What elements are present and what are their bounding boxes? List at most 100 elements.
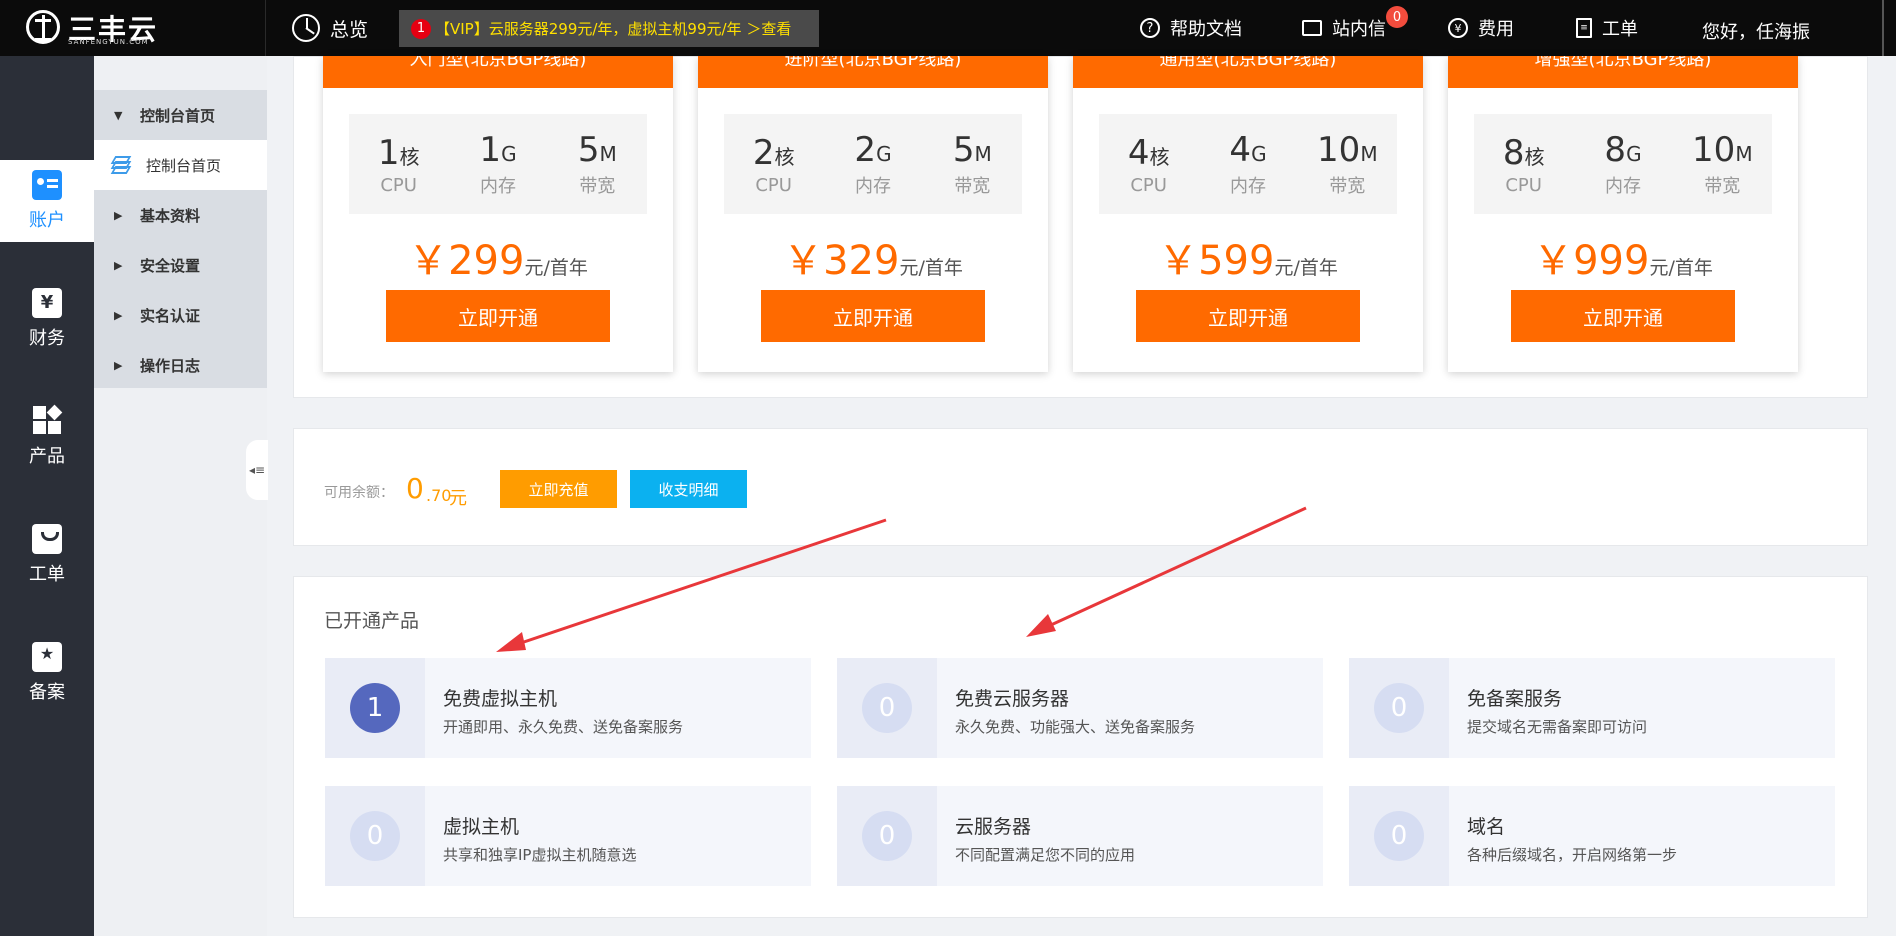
submenu-item-security[interactable]: ▶ 安全设置	[94, 240, 267, 290]
rail-item-product[interactable]: 产品	[0, 396, 94, 478]
ticket-bag-icon	[32, 524, 62, 554]
product-count: 0	[862, 683, 912, 733]
product-item-domain[interactable]: 0 域名 各种后缀域名，开启网络第一步	[1349, 786, 1835, 886]
product-count-box: 0	[325, 786, 425, 886]
logo[interactable]: 三丰云 SANFENGYUN.COM	[0, 0, 266, 56]
submenu-item-profile[interactable]: ▶ 基本资料	[94, 190, 267, 240]
price-unit: 元/首年	[1649, 257, 1713, 279]
account-card-icon	[32, 170, 62, 200]
overview-label: 总览	[330, 18, 369, 41]
plan-price: ￥599元/首年	[1073, 228, 1423, 286]
mail-icon	[1302, 20, 1322, 36]
spec-bandwidth: 5M 带宽	[548, 114, 647, 214]
tickets-link[interactable]: ≡ 工单	[1576, 14, 1638, 42]
user-greeting[interactable]: 您好，任海振	[1702, 18, 1810, 44]
product-grid-icon	[32, 404, 63, 436]
spec-bandwidth: 10M 带宽	[1673, 114, 1772, 214]
plan-price: ￥329元/首年	[698, 228, 1048, 286]
product-count: 1	[350, 683, 400, 733]
messages-link[interactable]: 站内信 0	[1302, 6, 1408, 42]
caret-right-icon: ▶	[114, 308, 123, 322]
spec-label: 带宽	[1704, 176, 1741, 197]
help-docs-label: 帮助文档	[1170, 19, 1242, 40]
rail-item-label: 财务	[29, 328, 65, 349]
submenu-item-label: 控制台首页	[146, 156, 222, 175]
plan-title: 入门型(北京BGP线路)	[323, 56, 673, 88]
open-now-button[interactable]: 立即开通	[386, 290, 610, 342]
plan-price: ￥299元/首年	[323, 228, 673, 286]
submenu-item-label: 基本资料	[140, 206, 201, 225]
price-unit: 元/首年	[899, 257, 963, 279]
open-now-button[interactable]: 立即开通	[1511, 290, 1735, 342]
product-count-box: 0	[1349, 786, 1449, 886]
product-item-no-record[interactable]: 0 免备案服务 提交域名无需备案即可访问	[1349, 658, 1835, 758]
spec-label: 带宽	[954, 176, 991, 197]
scrollbar-edge[interactable]	[1882, 0, 1896, 56]
help-docs-link[interactable]: ? 帮助文档	[1140, 14, 1242, 42]
spec-value: 1	[479, 130, 502, 170]
spec-bandwidth: 10M 带宽	[1298, 114, 1397, 214]
balance-integer: 0	[406, 472, 424, 505]
rail-item-label: 备案	[29, 682, 65, 703]
plan-card: 增强型(北京BGP线路) 8核 CPU 8G 内存 10M 带宽 ￥999元/首年 立…	[1448, 56, 1798, 372]
spec-unit: G	[1251, 142, 1267, 166]
spec-label: 带宽	[1329, 176, 1366, 197]
product-item-free-cloud[interactable]: 0 免费云服务器 永久免费、功能强大、送免备案服务	[837, 658, 1323, 758]
rail-item-account[interactable]: 账户	[0, 160, 94, 242]
yen-wallet-icon	[32, 288, 62, 318]
submenu-item-console[interactable]: 控制台首页	[94, 140, 267, 190]
plan-title: 通用型(北京BGP线路)	[1073, 56, 1423, 88]
spec-label: 带宽	[579, 176, 616, 197]
messages-count-badge: 0	[1386, 6, 1408, 28]
plan-title: 增强型(北京BGP线路)	[1448, 56, 1798, 88]
transaction-details-button[interactable]: 收支明细	[630, 470, 747, 508]
spec-unit: 核	[399, 144, 420, 169]
collapse-icon: ◂≡	[248, 463, 266, 477]
plan-specs: 1核 CPU 1G 内存 5M 带宽	[349, 114, 647, 214]
spec-memory: 1G 内存	[448, 114, 547, 214]
spec-unit: M	[974, 142, 992, 166]
spec-cpu: 8核 CPU	[1474, 114, 1573, 214]
product-item-cloud[interactable]: 0 云服务器 不同配置满足您不同的应用	[837, 786, 1323, 886]
sub-menu: ▼ 控制台首页 控制台首页 ▶ 基本资料 ▶ 安全设置 ▶ 实名认证 ▶ 操作日…	[94, 56, 267, 936]
spec-value: 4	[1127, 132, 1150, 173]
products-section-title: 已开通产品	[324, 610, 420, 632]
spec-label: 内存	[854, 176, 891, 197]
spec-unit: G	[876, 142, 892, 166]
submenu-item-verification[interactable]: ▶ 实名认证	[94, 290, 267, 340]
price-value: 329	[823, 238, 900, 284]
rail-item-finance[interactable]: 财务	[0, 278, 94, 360]
product-desc: 共享和独享IP虚拟主机随意选	[443, 846, 637, 864]
collapse-sidebar-button[interactable]: ◂≡	[246, 440, 268, 500]
price-value: 599	[1198, 238, 1275, 284]
spec-unit: G	[1626, 142, 1642, 166]
recharge-button[interactable]: 立即充值	[500, 470, 617, 508]
spec-label: CPU	[380, 174, 417, 196]
logo-mark-icon	[26, 10, 60, 44]
pie-chart-icon	[292, 14, 320, 42]
submenu-header[interactable]: ▼ 控制台首页	[94, 90, 267, 140]
product-desc: 各种后缀域名，开启网络第一步	[1467, 846, 1678, 864]
messages-label: 站内信	[1332, 19, 1386, 40]
open-now-button[interactable]: 立即开通	[761, 290, 985, 342]
product-count-box: 1	[325, 658, 425, 758]
fees-link[interactable]: ¥ 费用	[1448, 14, 1514, 42]
spec-value: 5	[577, 130, 600, 170]
price-unit: 元/首年	[524, 257, 588, 279]
rail-item-record[interactable]: 备案	[0, 632, 94, 714]
product-item-free-vhost[interactable]: 1 免费虚拟主机 开通即用、永久免费、送免备案服务	[325, 658, 811, 758]
product-desc: 开通即用、永久免费、送免备案服务	[443, 718, 684, 736]
plan-title: 进阶型(北京BGP线路)	[698, 56, 1048, 88]
vip-notice[interactable]: 1 【VIP】云服务器299元/年，虚拟主机99元/年 ＞查看	[399, 10, 819, 47]
balance-label: 可用余额：	[324, 485, 394, 501]
product-item-vhost[interactable]: 0 虚拟主机 共享和独享IP虚拟主机随意选	[325, 786, 811, 886]
rail-item-ticket[interactable]: 工单	[0, 514, 94, 596]
rail-item-label: 账户	[29, 210, 65, 231]
balance-unit: 元	[449, 488, 467, 509]
spec-label: CPU	[755, 174, 792, 196]
overview-link[interactable]: 总览	[292, 14, 368, 42]
submenu-item-log[interactable]: ▶ 操作日志	[94, 340, 267, 390]
spec-value: 10	[1692, 130, 1736, 170]
open-now-button[interactable]: 立即开通	[1136, 290, 1360, 342]
spec-value: 1	[377, 132, 400, 173]
